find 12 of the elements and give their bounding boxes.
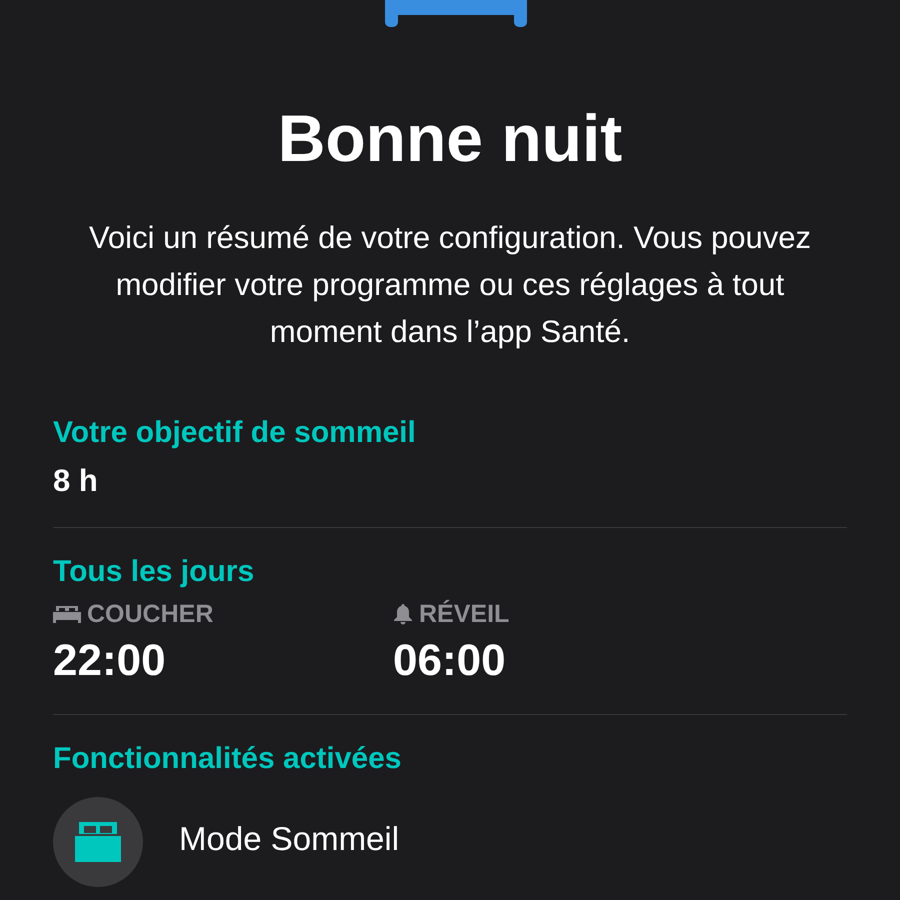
time-label: COUCHER (87, 600, 214, 628)
feature-label: Mode Sommeil (179, 819, 400, 859)
section-heading: Fonctionnalités activées (53, 741, 402, 777)
time-value: 06:00 (393, 635, 507, 687)
description: Voici un résumé de votre configuration. Vous pouvez modifier votre programme ou ces réglages à tout moment dans l’app Santé. (88, 219, 812, 351)
section-heading: Tous les jours (53, 554, 256, 590)
bell-icon (393, 603, 413, 625)
time-value: 22:00 (53, 635, 167, 687)
title: Bonne nuit (276, 100, 624, 176)
sleep-goal-value: 8 h (53, 462, 99, 500)
section-heading: Votre objectif de sommeil (53, 415, 417, 451)
time-label: RÉVEIL (419, 600, 510, 628)
